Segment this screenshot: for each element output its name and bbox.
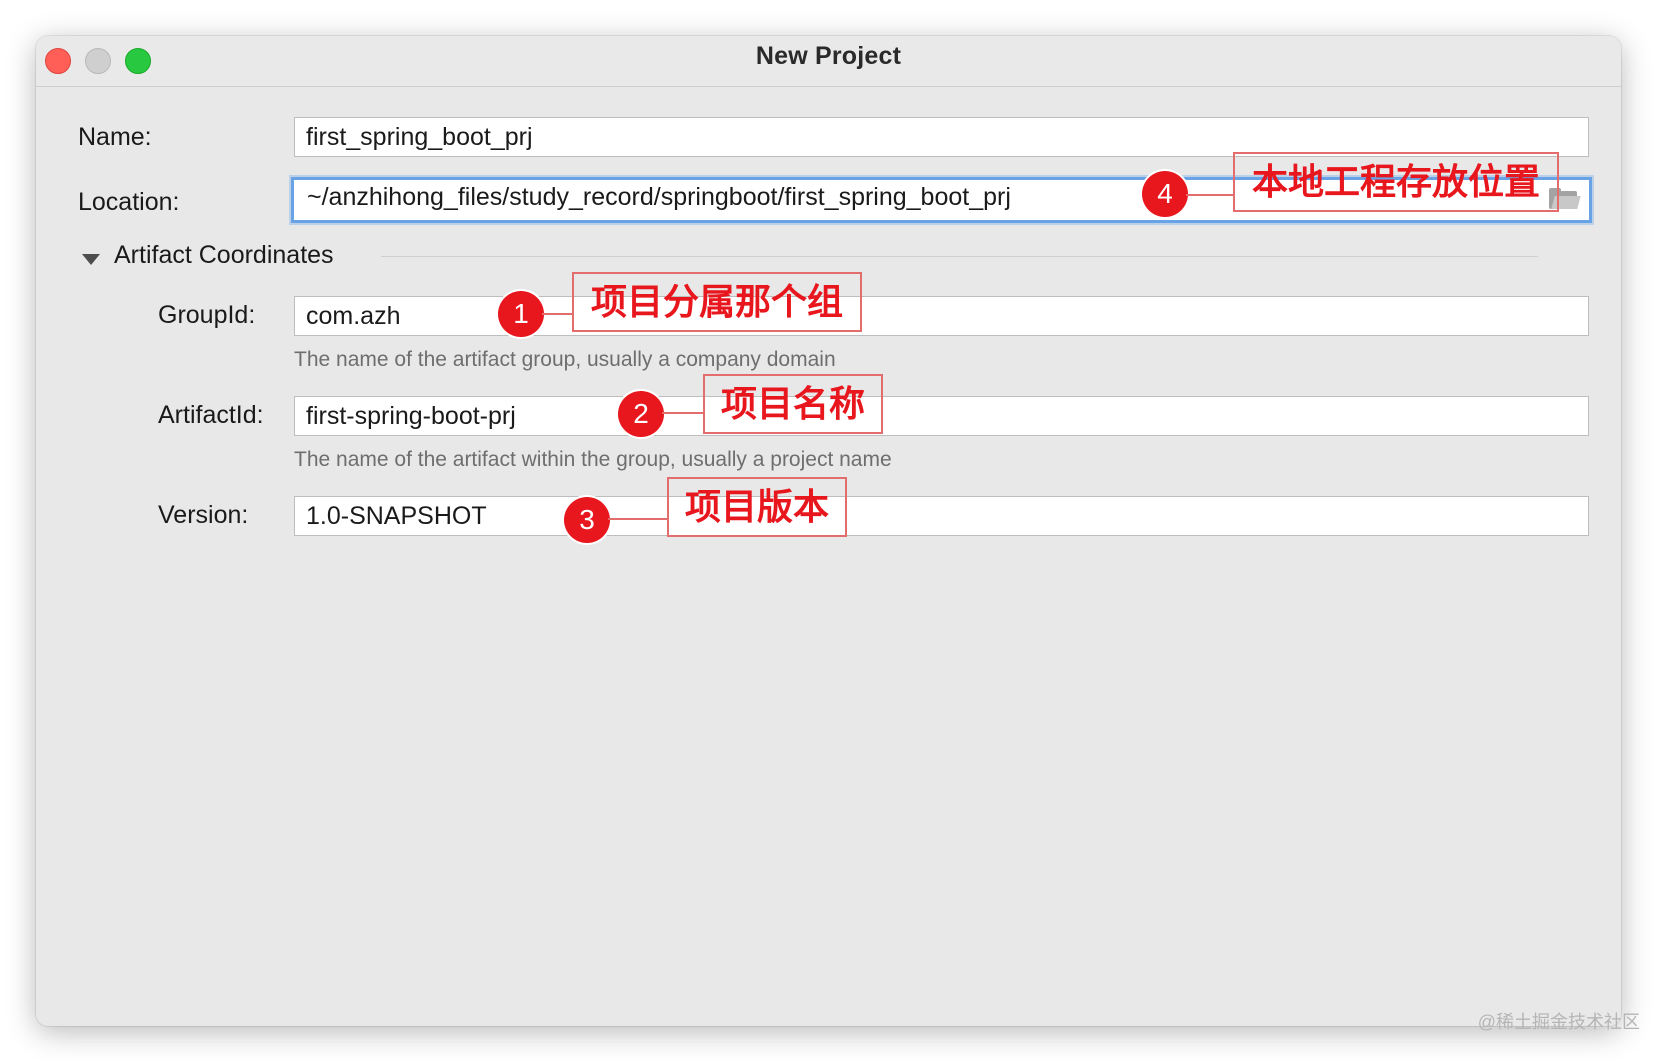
annotation-note-1: 项目分属那个组 [572,272,862,332]
name-label: Name: [78,123,152,151]
new-project-window: New Project Name: first_spring_boot_prj … [36,36,1621,1026]
artifactid-label: ArtifactId: [158,401,264,429]
version-field[interactable]: 1.0-SNAPSHOT [294,496,1589,536]
name-field[interactable]: first_spring_boot_prj [294,117,1589,157]
artifactid-hint: The name of the artifact within the grou… [294,448,892,471]
annotation-badge-3: 3 [564,497,610,543]
title-bar: New Project [36,36,1621,87]
annotation-note-2: 项目名称 [703,374,883,434]
annotation-connector-3 [608,518,668,520]
groupid-hint: The name of the artifact group, usually … [294,348,836,371]
disclosure-triangle-icon[interactable] [82,254,100,265]
annotation-note-4: 本地工程存放位置 [1233,152,1559,212]
location-label: Location: [78,188,180,216]
annotation-note-3: 项目版本 [667,477,847,537]
annotation-badge-1: 1 [498,291,544,337]
watermark: @稀土掘金技术社区 [1477,1012,1640,1032]
annotation-connector-4 [1186,194,1234,196]
annotation-connector-1 [542,313,573,315]
groupid-field[interactable]: com.azh [294,296,1589,336]
annotation-badge-2: 2 [618,391,664,437]
location-value: ~/anzhihong_files/study_record/springboo… [307,183,1011,211]
annotation-badge-4: 4 [1142,171,1188,217]
section-divider [381,256,1538,257]
groupid-label: GroupId: [158,301,256,329]
artifact-coordinates-title[interactable]: Artifact Coordinates [114,241,334,270]
artifactid-field[interactable]: first-spring-boot-prj [294,396,1589,436]
version-label: Version: [158,501,249,529]
annotation-connector-2 [662,412,704,414]
window-title: New Project [755,42,902,70]
